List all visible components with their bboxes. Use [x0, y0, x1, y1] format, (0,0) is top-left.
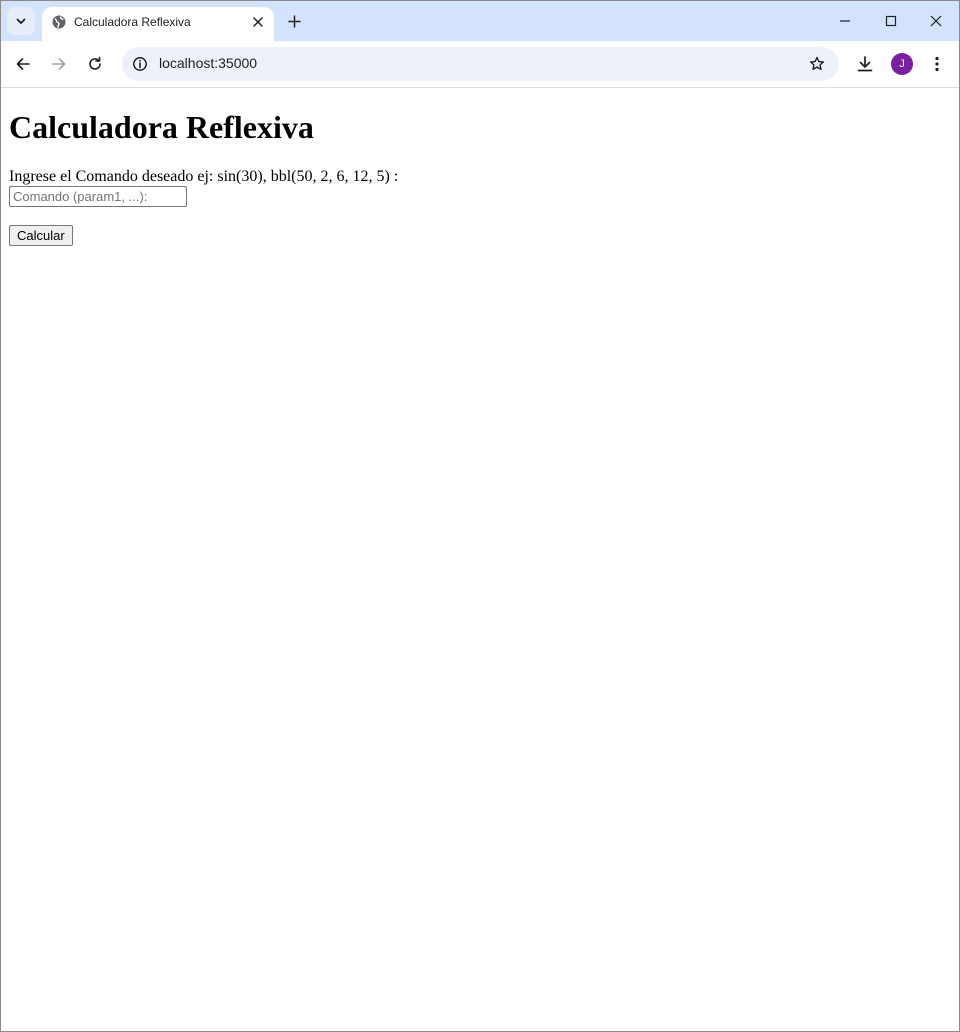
minimize-button[interactable] [822, 1, 868, 41]
reload-icon [89, 56, 101, 70]
globe-icon [52, 15, 66, 29]
profile-avatar[interactable]: J [891, 53, 913, 75]
tab-close-button[interactable] [248, 12, 268, 32]
info-icon [133, 57, 147, 71]
arrow-right-icon [52, 58, 66, 70]
maximize-button[interactable] [868, 1, 914, 41]
tab-title: Calculadora Reflexiva [74, 15, 191, 29]
tab-search-button[interactable] [7, 7, 35, 35]
tab-active[interactable]: Calculadora Reflexiva [42, 7, 274, 41]
star-icon [810, 56, 824, 71]
page-content: Calculadora Reflexiva Ingrese el Comando… [1, 88, 959, 1031]
minimize-icon [840, 20, 850, 22]
download-icon [857, 56, 873, 72]
reload-button[interactable] [80, 49, 110, 79]
close-icon [253, 17, 263, 27]
browser-toolbar: localhost:35000 J [1, 41, 959, 88]
downloads-button[interactable] [850, 49, 880, 79]
bookmark-button[interactable] [807, 54, 827, 74]
url-text: localhost:35000 [159, 55, 258, 71]
address-bar[interactable]: localhost:35000 [122, 47, 839, 81]
forward-button[interactable] [44, 49, 74, 79]
arrow-left-icon [16, 58, 30, 70]
browser-window: Calculadora Reflexiva localhost:35000 J … [0, 0, 960, 1032]
new-tab-button[interactable] [281, 8, 307, 34]
close-icon [930, 15, 942, 27]
command-prompt-label: Ingrese el Comando deseado ej: sin(30), … [9, 168, 399, 185]
command-input[interactable] [9, 186, 187, 207]
site-info-button[interactable] [130, 54, 150, 74]
page-title: Calculadora Reflexiva [9, 109, 314, 145]
close-window-button[interactable] [913, 1, 959, 41]
more-vert-icon [935, 56, 939, 72]
browser-menu-button[interactable] [922, 49, 952, 79]
chevron-down-icon [16, 18, 26, 24]
tab-strip: Calculadora Reflexiva [1, 1, 959, 41]
plus-icon [287, 14, 301, 28]
calculate-button[interactable]: Calcular [9, 225, 73, 246]
maximize-icon [885, 15, 897, 27]
back-button[interactable] [8, 49, 38, 79]
